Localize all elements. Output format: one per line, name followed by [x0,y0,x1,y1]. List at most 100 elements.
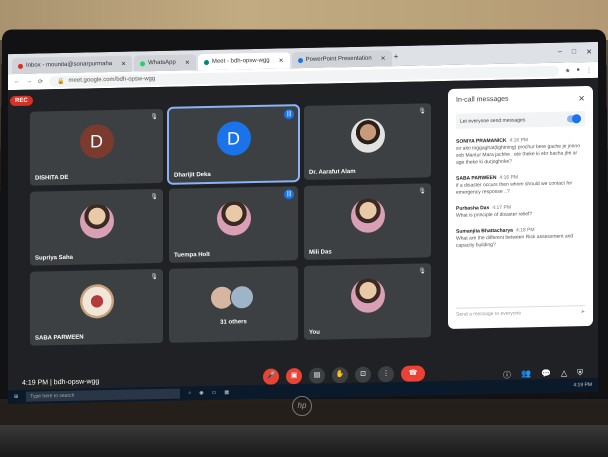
folder-icon[interactable]: ▭ [212,390,217,396]
captions-button[interactable]: ▤ [309,367,325,384]
avatar [79,284,114,319]
forward-icon[interactable]: → [26,79,32,85]
avatar [216,201,251,236]
menu-icon[interactable]: ⋮ [586,66,592,73]
message-sender: Sumanjita Bhattacharya [456,227,513,235]
message-input-placeholder: Send a message to everyone [456,310,522,318]
panel-title: In-call messages [456,95,509,104]
participant-name: Supriya Saha [35,254,74,262]
url-text: meet.google.com/bdh-opsw-wgg [68,76,156,84]
laptop-hinge [0,425,608,457]
participant-name: SABA PARWEEN [35,334,84,342]
meeting-code: bdh-opsw-wgg [53,378,100,387]
camera-off-button[interactable]: ▣ [286,368,302,385]
participant-tile[interactable]: SABA PARWEEN 🎙 [30,268,163,346]
participant-name: DISHITA DE [35,174,69,182]
participant-tile[interactable]: D Dharijit Deka ||| [167,104,300,185]
speaking-icon: ||| [284,189,294,200]
powerpoint-icon [297,57,303,63]
close-icon[interactable]: ✕ [279,57,284,64]
tab-label: PowerPoint Presentation [305,55,372,63]
leave-call-button[interactable]: ☎ [401,365,425,382]
store-icon[interactable]: ▦ [224,390,229,396]
message-sender: Purbasha Das [456,205,490,212]
toggle-label: Let everyone send messages [460,116,526,125]
close-icon[interactable]: ✕ [185,59,190,66]
speaking-icon: ||| [284,109,294,120]
task-view-icon[interactable]: ○ [188,390,191,396]
tab-label: Meet - bdh-opsw-wgg [211,57,270,65]
meeting-time: 4:19 PM [22,379,49,387]
mic-muted-icon: 🎙 [418,188,426,195]
mic-muted-icon: 🎙 [150,114,158,121]
lock-icon: 🔒 [57,78,65,85]
message-list: SONIYA PRAMANICK 4:16 PM sir alto toggagha… [456,136,585,250]
tab-gmail[interactable]: Inbox - mounita@sonarpurmaha ✕ [12,55,133,75]
message-input[interactable]: Send a message to everyone ➤ [456,305,585,321]
participant-grid: D DISHITA DE 🎙 D Dharijit Deka ||| Dr. Aarafut… [30,103,440,347]
more-options-button[interactable]: ⋮ [378,366,394,383]
participant-tile[interactable]: D DISHITA DE 🎙 [30,108,163,186]
new-tab-button[interactable]: + [394,52,399,61]
close-icon[interactable]: ✕ [121,60,126,67]
window-controls: – □ ✕ [558,48,598,57]
avatar [229,284,254,310]
extension-icon[interactable]: ★ [565,67,570,74]
maximize-icon[interactable]: □ [572,48,576,56]
participant-tile[interactable]: Mili Das 🎙 [304,183,431,260]
system-clock: 4:19 PM [573,381,592,389]
message-sender: SONIYA PRAMANICK [456,137,507,145]
avatar [350,118,385,154]
participant-name: Dr. Aarafut Alam [309,168,356,176]
close-icon[interactable]: ✕ [578,94,585,103]
tab-whatsapp[interactable]: WhatsApp ✕ [134,54,196,72]
meet-icon [203,59,209,65]
recording-badge: REC [10,95,33,107]
participant-tile[interactable]: Dr. Aarafut Alam 🎙 [304,103,431,180]
message-time: 4:16 PM [499,174,519,181]
avatar [350,198,385,234]
avatar [79,204,114,239]
message-time: 4:16 PM [509,137,529,144]
present-button[interactable]: ⊡ [355,366,371,383]
participant-name: Tuempa Holt [174,251,210,259]
close-icon[interactable]: ✕ [381,55,386,62]
participant-tile[interactable]: 31 others [169,266,298,343]
taskbar-search-placeholder: Type here to search [30,392,75,400]
message-text: sir alto toggaghat(lightning) prochur be… [456,143,580,166]
participant-name: Mili Das [309,249,332,256]
chat-message: Purbasha Das 4:17 PM What is principle of … [456,203,585,220]
tab-label: WhatsApp [148,59,176,67]
message-text: What are the different between Risk asse… [456,233,574,249]
avatar: D [79,124,114,159]
participant-name: You [309,329,320,336]
tab-meet[interactable]: Meet - bdh-opsw-wgg ✕ [197,52,290,71]
chat-message: Sumanjita Bhattacharya 4:18 PM What are th… [456,226,585,250]
chrome-icon[interactable]: ◉ [199,390,203,396]
raise-hand-button[interactable]: ✋ [332,367,348,384]
mic-off-button[interactable]: 🎤 [263,368,279,385]
tab-powerpoint[interactable]: PowerPoint Presentation ✕ [291,50,392,69]
minimize-icon[interactable]: – [558,49,562,57]
avatar [350,278,385,314]
participant-tile[interactable]: Tuempa Holt ||| [169,186,298,263]
profile-avatar[interactable]: ● [576,67,580,73]
close-window-icon[interactable]: ✕ [586,48,592,56]
participant-tile[interactable]: You 🎙 [304,263,431,340]
message-text: What is principle of disaster relief? [456,211,533,219]
reload-icon[interactable]: ⟳ [38,78,43,85]
send-icon[interactable]: ➤ [581,306,585,318]
message-text: if a disaster occurs then whom should we… [456,180,573,196]
windows-start-icon[interactable]: ⊞ [14,394,18,400]
mic-muted-icon: 🎙 [150,274,158,281]
mic-muted-icon: 🎙 [418,268,426,275]
chat-permission-toggle[interactable] [567,115,581,123]
chat-message: SONIYA PRAMANICK 4:16 PM sir alto toggagha… [456,136,585,167]
taskbar-search[interactable]: Type here to search [26,388,181,402]
back-icon[interactable]: ← [14,79,20,85]
message-time: 4:18 PM [515,227,535,234]
in-call-messages-panel: In-call messages ✕ Let everyone send mes… [448,85,593,329]
participant-tile[interactable]: Supriya Saha 🎙 [30,188,163,266]
message-sender: SABA PARWEEN [456,174,497,182]
chat-message: SABA PARWEEN 4:16 PM if a disaster occurs … [456,173,585,197]
